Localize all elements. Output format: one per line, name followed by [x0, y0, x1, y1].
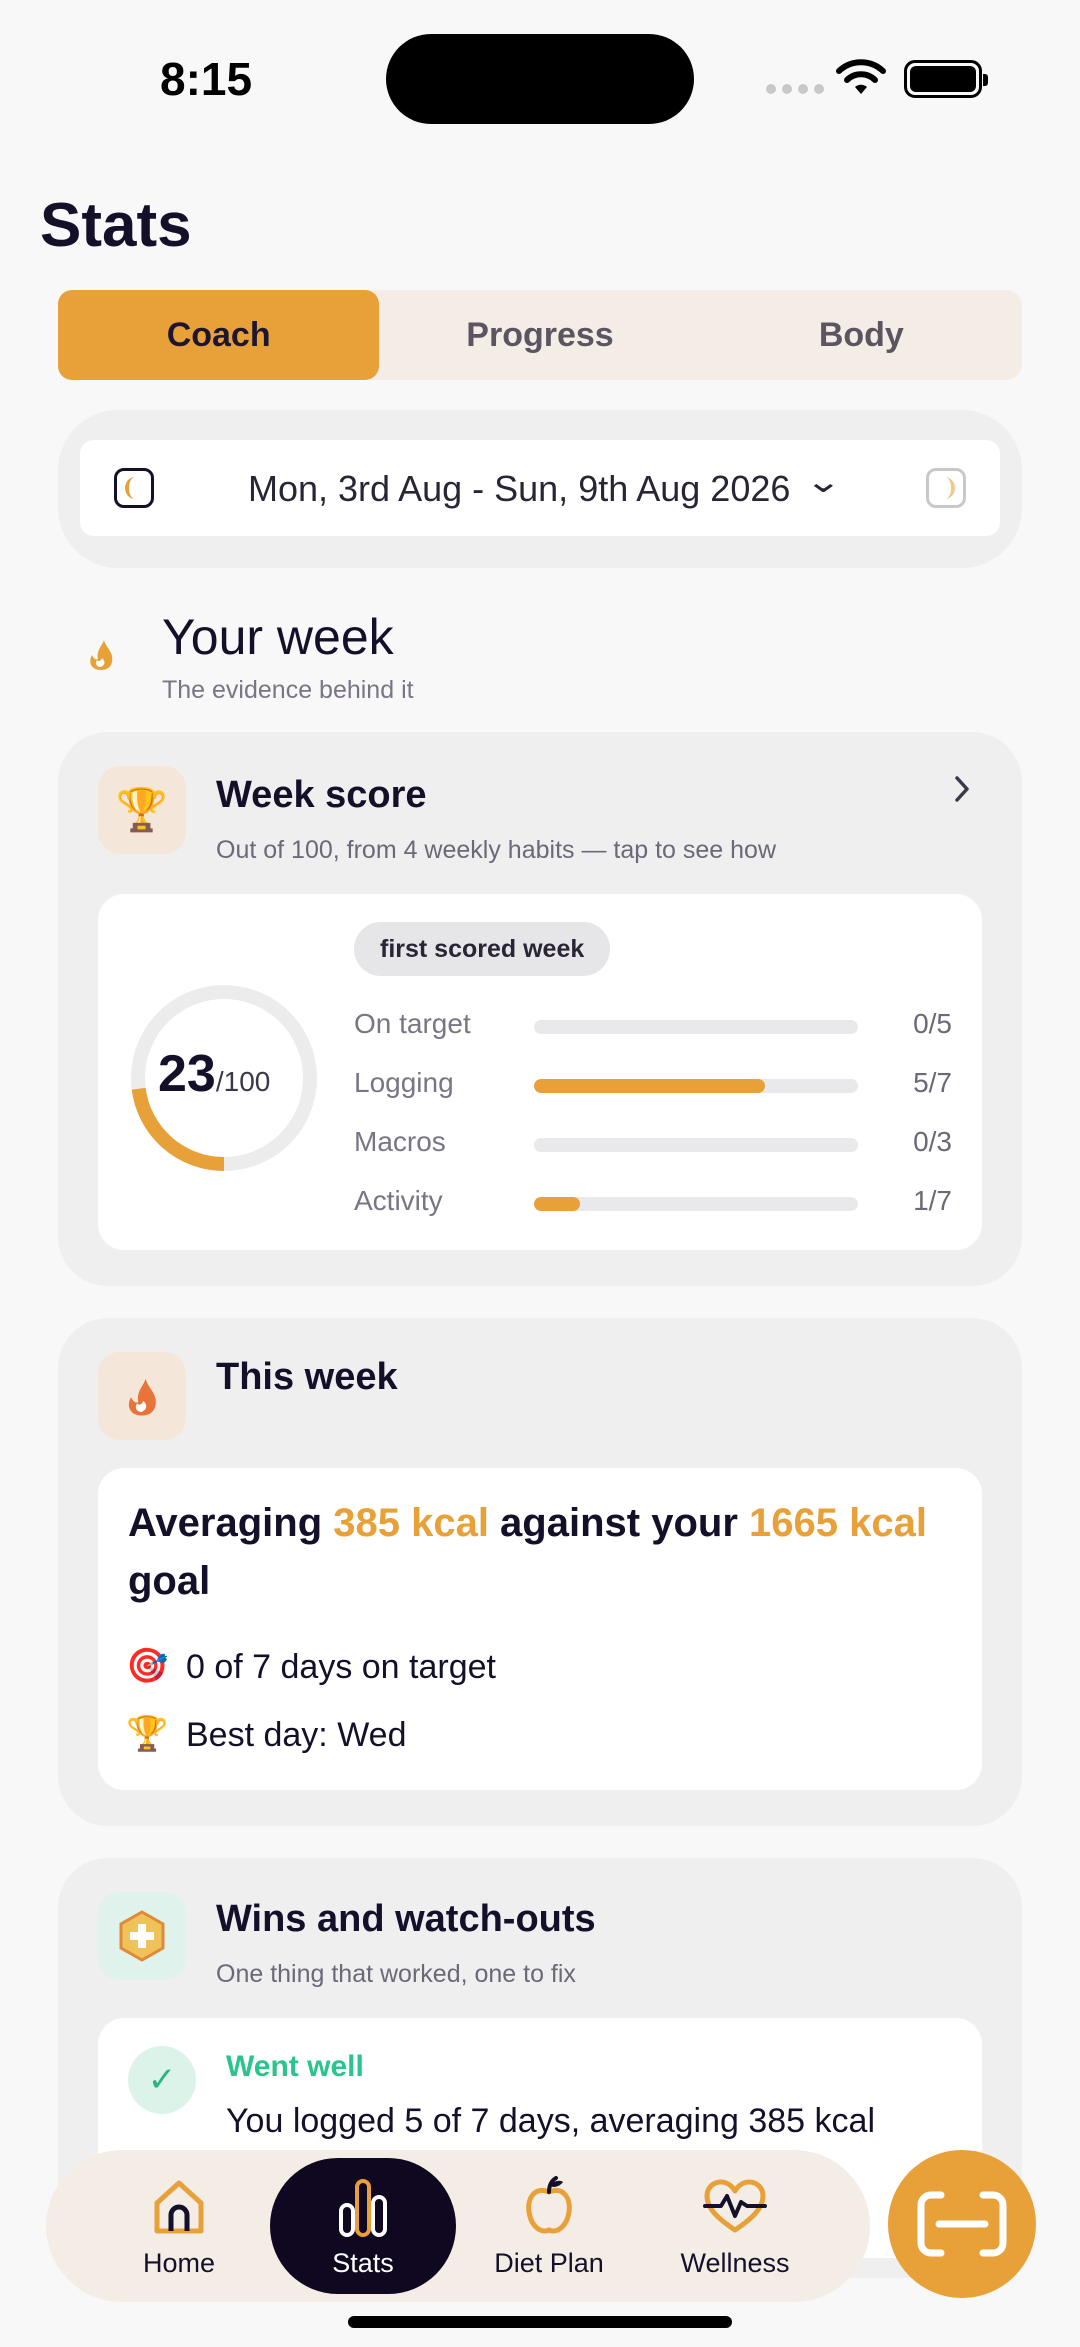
stats-icon [335, 2174, 391, 2238]
nav-label-stats: Stats [332, 2247, 394, 2278]
nav-label-wellness: Wellness [680, 2247, 790, 2278]
heart-pulse-icon [703, 2174, 767, 2238]
scan-icon [917, 2191, 1007, 2257]
metric-value-on-target: 0/5 [913, 1008, 952, 1039]
metric-label-on-target: On target [354, 1008, 471, 1039]
week-score-subtitle: Out of 100, from 4 weekly habits — tap t… [216, 836, 777, 864]
metric-value-macros: 0/3 [913, 1126, 952, 1157]
battery-icon [904, 60, 988, 98]
metric-bar-on-target [534, 1020, 858, 1034]
date-range-label[interactable]: Mon, 3rd Aug - Sun, 9th Aug 2026 [248, 468, 790, 510]
this-week-card: This week Averaging 385 kcal against you… [58, 1318, 1022, 1826]
nav-home[interactable]: Home [86, 2150, 272, 2302]
this-week-title: This week [216, 1356, 398, 1398]
scan-food-button[interactable] [888, 2150, 1036, 2298]
nav-wellness[interactable]: Wellness [642, 2150, 828, 2302]
metric-label-macros: Macros [354, 1126, 446, 1157]
wins-subtitle: One thing that worked, one to fix [216, 1960, 576, 1988]
check-icon: ✓ [128, 2046, 196, 2114]
this-week-panel: Averaging 385 kcal against your 1665 kca… [98, 1468, 982, 1790]
status-badge: first scored week [354, 922, 611, 976]
tab-progress[interactable]: Progress [379, 290, 700, 380]
dynamic-island [386, 34, 694, 124]
metric-value-logging: 5/7 [913, 1067, 952, 1098]
cellular-signal-icon [766, 84, 824, 94]
nav-stats[interactable]: Stats [270, 2158, 456, 2294]
page-title: Stats [40, 191, 192, 260]
tab-body[interactable]: Body [701, 290, 1022, 380]
metric-label-activity: Activity [354, 1185, 443, 1216]
went-well-text: You logged 5 of 7 days, averaging 385 kc… [226, 2102, 876, 2140]
apple-icon [523, 2174, 575, 2238]
wifi-icon [836, 59, 886, 94]
metric-label-logging: Logging [354, 1067, 454, 1098]
chevron-down-icon[interactable]: ⌄ [805, 462, 843, 500]
your-week-title: Your week [162, 609, 394, 665]
week-score-panel: 23/100 first scored week On target 0/5 L… [98, 894, 982, 1250]
flame-icon [98, 1352, 186, 1440]
tab-bar: Coach Progress Body [58, 290, 1022, 380]
week-score-card[interactable]: 🏆 Week score Out of 100, from 4 weekly h… [58, 732, 1022, 1286]
tab-coach[interactable]: Coach [58, 290, 380, 380]
nav-label-diet-plan: Diet Plan [494, 2247, 604, 2278]
flame-icon [90, 640, 113, 670]
score-value: 23/100 [158, 1045, 271, 1103]
trophy-icon: 🏆 [126, 1715, 169, 1753]
wins-title: Wins and watch-outs [216, 1898, 596, 1940]
metric-bar-activity [534, 1197, 858, 1211]
average-summary: Averaging 385 kcal against your 1665 kca… [128, 1501, 927, 1603]
chevron-right-icon[interactable] [952, 774, 972, 804]
trophy-icon: 🏆 [98, 766, 186, 854]
home-icon [151, 2174, 207, 2238]
best-day: Best day: Wed [186, 1716, 407, 1754]
shield-plus-icon [98, 1892, 186, 1980]
date-selector: Mon, 3rd Aug - Sun, 9th Aug 2026 ⌄ [58, 410, 1022, 568]
week-score-title: Week score [216, 774, 427, 816]
previous-week-icon[interactable] [114, 468, 154, 508]
nav-diet-plan[interactable]: Diet Plan [456, 2150, 642, 2302]
next-week-icon[interactable] [926, 468, 966, 508]
date-bar: Mon, 3rd Aug - Sun, 9th Aug 2026 ⌄ [80, 440, 1000, 536]
status-time: 8:15 [160, 53, 253, 105]
your-week-subtitle: The evidence behind it [162, 676, 414, 704]
home-indicator [348, 2316, 732, 2328]
metric-value-activity: 1/7 [913, 1185, 952, 1216]
went-well-title: Went well [226, 2050, 364, 2083]
metric-bar-macros [534, 1138, 858, 1152]
nav-label-home: Home [142, 2247, 216, 2278]
target-icon: 🎯 [126, 1647, 169, 1685]
days-on-target: 0 of 7 days on target [186, 1648, 496, 1686]
metric-bar-logging [534, 1079, 858, 1093]
bottom-nav: Home Stats Diet Plan Wellness [46, 2150, 870, 2302]
